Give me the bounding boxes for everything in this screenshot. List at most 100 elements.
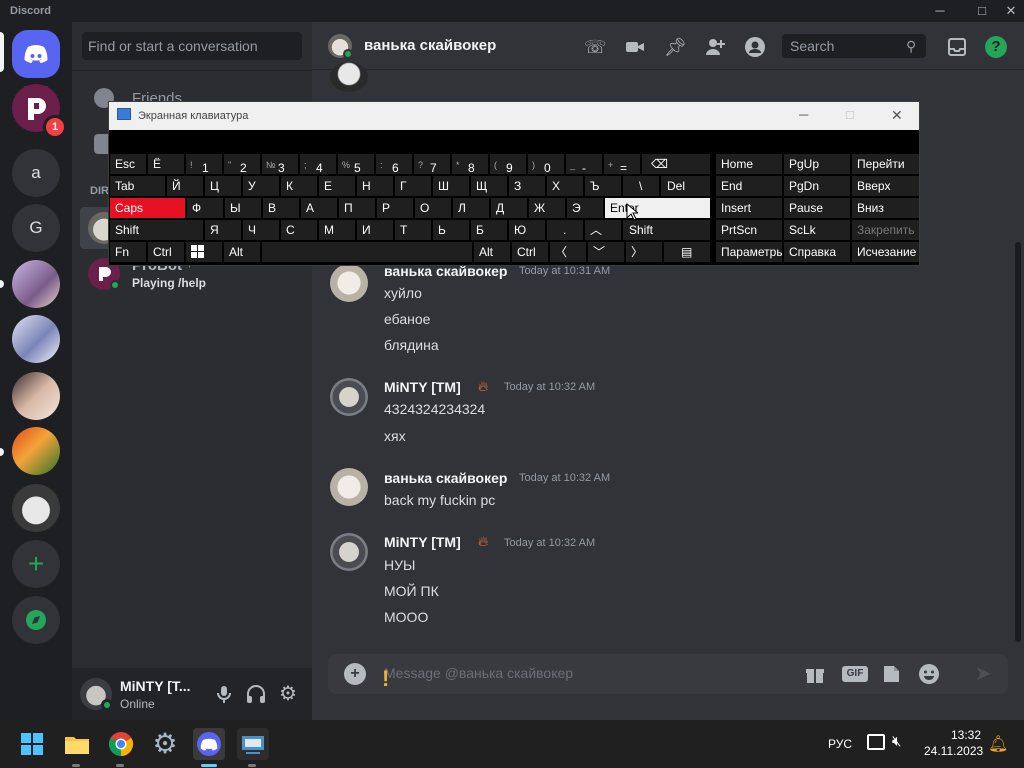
- file-explorer-icon[interactable]: [61, 728, 93, 760]
- key-letter[interactable]: Г: [395, 176, 431, 196]
- input-language[interactable]: РУС: [828, 737, 852, 751]
- server-anime-2[interactable]: [12, 315, 60, 363]
- key-prtscn[interactable]: PrtScn: [716, 220, 782, 240]
- gift-icon[interactable]: [804, 663, 826, 685]
- key-0[interactable]: ) 0: [528, 154, 564, 174]
- key-letter[interactable]: М: [319, 220, 355, 240]
- key-letter[interactable]: А: [301, 198, 337, 218]
- server-anime-4[interactable]: [12, 427, 60, 475]
- key-letter[interactable]: Щ: [471, 176, 507, 196]
- headphones-icon[interactable]: [244, 682, 268, 706]
- help-icon[interactable]: ?: [985, 36, 1007, 58]
- key-arrow-up[interactable]: ︿: [585, 220, 621, 240]
- key-8[interactable]: * 8: [452, 154, 488, 174]
- message-avatar[interactable]: [330, 264, 368, 302]
- server-a[interactable]: a: [12, 149, 60, 197]
- key-shift-right[interactable]: Shift: [623, 220, 710, 240]
- network-icon[interactable]: [867, 734, 885, 750]
- key-letter[interactable]: Ь: [433, 220, 469, 240]
- key-letter[interactable]: П: [339, 198, 375, 218]
- server-g[interactable]: G: [12, 204, 60, 252]
- key-7[interactable]: ? 7: [414, 154, 450, 174]
- osk-close-button[interactable]: ✕: [891, 107, 903, 124]
- key-space[interactable]: [262, 242, 472, 262]
- clock-time[interactable]: 13:32: [951, 728, 981, 742]
- key-insert[interactable]: Insert: [716, 198, 782, 218]
- key-letter[interactable]: Э: [567, 198, 603, 218]
- home-button[interactable]: [12, 30, 60, 78]
- osk-maximize-button[interactable]: □: [846, 107, 854, 122]
- message-avatar[interactable]: [330, 533, 368, 571]
- send-icon[interactable]: ➤: [972, 663, 994, 685]
- key-capslock[interactable]: Caps: [110, 198, 185, 218]
- key-letter[interactable]: Е: [319, 176, 355, 196]
- key-letter[interactable]: Р: [377, 198, 413, 218]
- inbox-icon[interactable]: [946, 36, 968, 58]
- key-pgup[interactable]: PgUp: [784, 154, 850, 174]
- key-letter[interactable]: Ш: [433, 176, 469, 196]
- key-letter[interactable]: Н: [357, 176, 393, 196]
- key-win[interactable]: [186, 242, 222, 262]
- message-input[interactable]: Message @ванька скайвокер: [384, 665, 573, 681]
- key-letter[interactable]: Ф: [187, 198, 223, 218]
- key-equals[interactable]: + =: [604, 154, 640, 174]
- key-2[interactable]: " 2: [224, 154, 260, 174]
- key-letter[interactable]: З: [509, 176, 545, 196]
- key-help[interactable]: Справка: [784, 242, 850, 262]
- key-menu[interactable]: ▤: [664, 242, 710, 262]
- user-profile-icon[interactable]: [744, 36, 766, 58]
- find-conversation-input[interactable]: Find or start a conversation: [82, 32, 302, 60]
- key-letter[interactable]: У: [243, 176, 279, 196]
- key-letter[interactable]: Ч: [243, 220, 279, 240]
- clock-date[interactable]: 24.11.2023: [924, 744, 983, 758]
- key-letter[interactable]: Д: [491, 198, 527, 218]
- key-ctrl-left[interactable]: Ctrl: [148, 242, 184, 262]
- message-author[interactable]: ванька скайвокер: [384, 470, 507, 486]
- maximize-button[interactable]: □: [967, 2, 997, 20]
- key-letter[interactable]: Й: [167, 176, 203, 196]
- server-cat[interactable]: [12, 484, 60, 532]
- microphone-icon[interactable]: [212, 682, 236, 706]
- key-fn[interactable]: Fn: [110, 242, 146, 262]
- key-letter[interactable]: В: [263, 198, 299, 218]
- pin-icon[interactable]: 📌︎: [664, 36, 687, 58]
- message-author[interactable]: MiNTY [TM]: [384, 534, 461, 550]
- explore-servers-icon[interactable]: [12, 596, 60, 644]
- user-avatar[interactable]: [80, 678, 113, 711]
- attach-plus-icon[interactable]: +: [344, 663, 366, 685]
- server-anime-3[interactable]: [12, 372, 60, 420]
- key-up[interactable]: Вверх: [852, 176, 919, 196]
- key-letter[interactable]: К: [281, 176, 317, 196]
- search-input[interactable]: Search: [782, 34, 926, 58]
- key-pgdn[interactable]: PgDn: [784, 176, 850, 196]
- key-arrow-left[interactable]: 〈: [550, 242, 586, 262]
- key-1[interactable]: ! 1: [186, 154, 222, 174]
- key-letter[interactable]: Т: [395, 220, 431, 240]
- key-minus[interactable]: _ -: [566, 154, 602, 174]
- key-period[interactable]: .: [547, 220, 583, 240]
- emoji-icon[interactable]: [918, 663, 940, 685]
- key-letter[interactable]: Ъ: [585, 176, 621, 196]
- settings-gear-icon[interactable]: ⚙: [276, 682, 300, 706]
- add-friend-icon[interactable]: [704, 36, 726, 58]
- settings-icon[interactable]: ⚙: [149, 728, 181, 760]
- key-home[interactable]: Home: [716, 154, 782, 174]
- message-avatar[interactable]: [330, 378, 368, 416]
- sticker-icon[interactable]: [880, 663, 902, 685]
- key-letter[interactable]: Ц: [205, 176, 241, 196]
- scrollbar[interactable]: [1015, 242, 1021, 642]
- key-4[interactable]: ; 4: [300, 154, 336, 174]
- key-3[interactable]: № 3: [262, 154, 298, 174]
- server-anime-1[interactable]: [12, 260, 60, 308]
- key-pause[interactable]: Pause: [784, 198, 850, 218]
- gif-button[interactable]: GIF: [842, 666, 868, 682]
- voice-call-icon[interactable]: ☏: [584, 36, 607, 58]
- key-letter[interactable]: И: [357, 220, 393, 240]
- key-arrow-right[interactable]: 〉: [626, 242, 662, 262]
- key-end[interactable]: End: [716, 176, 782, 196]
- key-options[interactable]: Параметры: [716, 242, 782, 262]
- key-letter[interactable]: Ж: [529, 198, 565, 218]
- key-9[interactable]: (9: [490, 154, 526, 174]
- start-button[interactable]: [16, 728, 48, 760]
- minimize-button[interactable]: ─: [925, 2, 955, 20]
